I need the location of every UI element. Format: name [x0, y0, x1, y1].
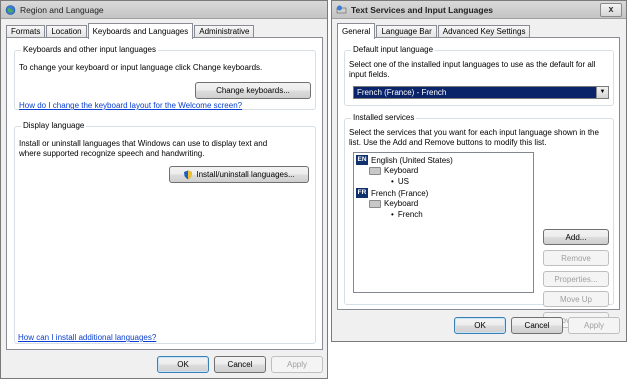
default-input-language-legend: Default input language: [351, 45, 436, 54]
language-badge-icon: EN: [356, 155, 368, 165]
default-input-language-select[interactable]: French (France) - French ▼: [353, 86, 609, 99]
region-title-bar[interactable]: Region and Language: [1, 1, 327, 19]
tree-item-french-france[interactable]: FR French (France): [356, 188, 428, 198]
text-services-tabs: General Language Bar Advanced Key Settin…: [337, 23, 531, 39]
tree-item-label: Keyboard: [384, 166, 419, 175]
keyboard-globe-icon: [336, 5, 347, 13]
installed-services-group: Installed services Select the services t…: [344, 113, 614, 328]
region-language-window: Region and Language Formats Location Key…: [0, 0, 328, 379]
properties-button[interactable]: Properties...: [543, 271, 609, 287]
display-language-description: Install or uninstall languages that Wind…: [19, 139, 268, 158]
region-apply-button[interactable]: Apply: [271, 356, 323, 373]
tree-item-keyboard-en[interactable]: Keyboard: [369, 166, 418, 175]
display-language-group: Display language Install or uninstall la…: [14, 121, 316, 344]
install-uninstall-languages-label: Install/uninstall languages...: [196, 170, 295, 179]
text-services-window: Text Services and Input Languages x Gene…: [331, 0, 627, 342]
globe-icon: [5, 4, 16, 15]
tree-item-label: Keyboard: [384, 199, 419, 208]
text-services-ok-button[interactable]: OK: [454, 317, 506, 334]
tree-item-english-united-states[interactable]: EN English (United States): [356, 155, 453, 165]
region-tab-panel: Keyboards and other input languages To c…: [6, 37, 323, 350]
installed-services-description: Select the services that you want for ea…: [349, 128, 599, 147]
text-services-title-bar[interactable]: Text Services and Input Languages x: [332, 1, 626, 19]
bullet-icon: •: [391, 177, 394, 186]
remove-button[interactable]: Remove: [543, 250, 609, 266]
default-input-language-group: Default input language Select one of the…: [344, 45, 614, 106]
install-uninstall-languages-button[interactable]: Install/uninstall languages...: [169, 166, 309, 183]
chevron-down-icon[interactable]: ▼: [596, 87, 608, 98]
text-services-tab-panel: Default input language Select one of the…: [337, 37, 620, 328]
welcome-screen-keyboard-link[interactable]: How do I change the keyboard layout for …: [19, 101, 242, 111]
text-services-apply-button[interactable]: Apply: [568, 317, 620, 334]
installed-services-legend: Installed services: [351, 113, 417, 122]
keyboards-description: To change your keyboard or input languag…: [19, 63, 263, 72]
text-services-window-title: Text Services and Input Languages: [351, 4, 494, 15]
shield-icon: [184, 170, 193, 179]
installed-services-tree[interactable]: EN English (United States) Keyboard • US…: [353, 152, 534, 293]
add-button[interactable]: Add...: [543, 229, 609, 245]
tab-general[interactable]: General: [337, 23, 376, 39]
default-input-language-description: Select one of the installed input langua…: [349, 60, 596, 79]
tree-item-french[interactable]: • French: [391, 210, 423, 219]
bullet-icon: •: [391, 210, 394, 219]
move-up-button[interactable]: Move Up: [543, 291, 609, 307]
tree-item-label: French: [397, 210, 423, 219]
default-input-language-value: French (France) - French: [357, 88, 447, 97]
tab-keyboards-and-languages[interactable]: Keyboards and Languages: [87, 23, 194, 39]
display-language-legend: Display language: [21, 121, 87, 130]
text-services-cancel-button[interactable]: Cancel: [511, 317, 563, 334]
region-ok-button[interactable]: OK: [157, 356, 209, 373]
tree-item-label: English (United States): [371, 155, 453, 165]
change-keyboards-button[interactable]: Change keyboards...: [195, 82, 311, 99]
tree-item-label: French (France): [371, 188, 429, 198]
keyboard-icon: [369, 199, 381, 208]
region-cancel-button[interactable]: Cancel: [214, 356, 266, 373]
tree-item-label: US: [397, 177, 409, 186]
region-tabs: Formats Location Keyboards and Languages…: [6, 23, 255, 39]
tree-item-us[interactable]: • US: [391, 177, 409, 186]
close-button[interactable]: x: [600, 3, 622, 17]
keyboard-icon: [369, 166, 381, 175]
region-window-title: Region and Language: [20, 4, 104, 15]
keyboards-group-legend: Keyboards and other input languages: [21, 45, 158, 54]
language-badge-icon: FR: [356, 188, 368, 198]
install-additional-languages-link[interactable]: How can I install additional languages?: [18, 333, 156, 343]
close-icon: x: [608, 4, 614, 14]
tree-item-keyboard-fr[interactable]: Keyboard: [369, 199, 418, 208]
